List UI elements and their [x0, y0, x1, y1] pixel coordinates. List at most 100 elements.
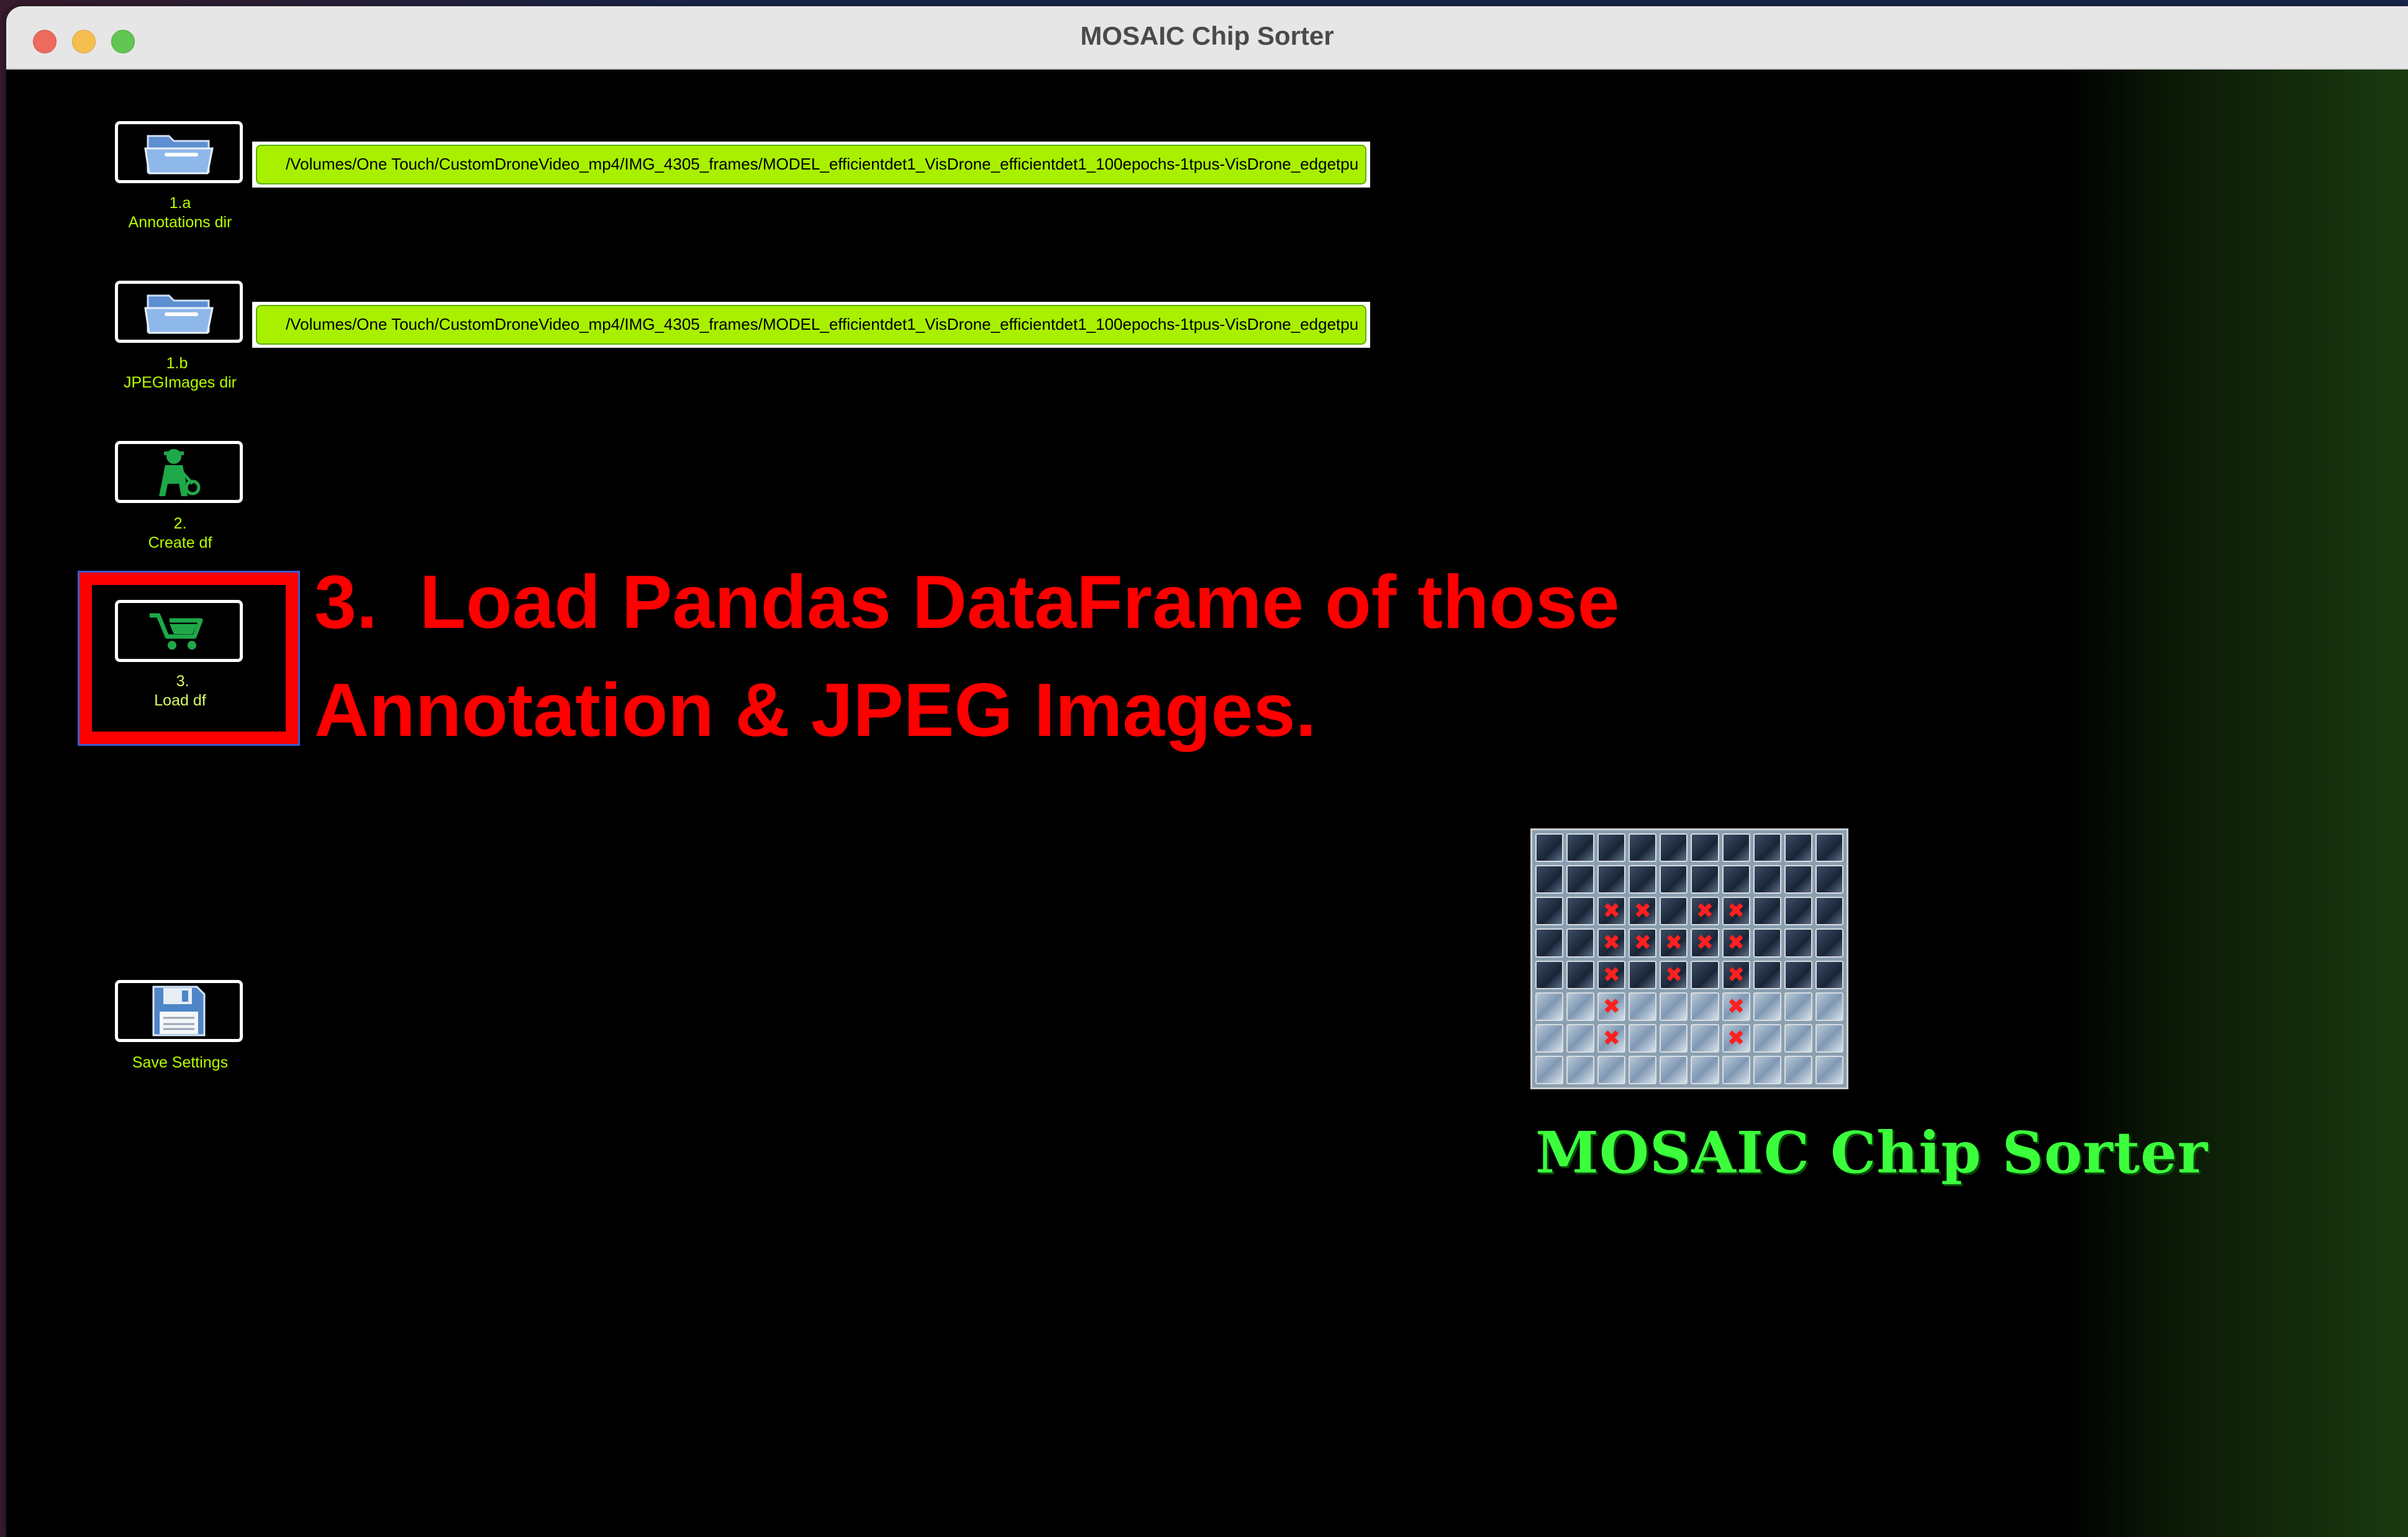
- logo-image: [1530, 828, 1848, 1089]
- logo-tile: [1566, 960, 1595, 989]
- logo-tile: [1784, 992, 1812, 1021]
- save-settings-label: Save Settings: [132, 1054, 229, 1071]
- logo-tile: [1535, 865, 1564, 894]
- annotations-label-text: Annotations dir: [128, 214, 232, 231]
- logo-tile: [1815, 992, 1843, 1021]
- logo-tile: [1535, 1055, 1564, 1084]
- app-window: MOSAIC Chip Sorter 1.a Annotations dir /…: [6, 6, 2408, 1537]
- annotations-path-field[interactable]: /Volumes/One Touch/CustomDroneVideo_mp4/…: [252, 142, 1370, 188]
- logo-tile: [1597, 865, 1626, 894]
- logo-tile: [1597, 1055, 1626, 1084]
- logo-tile: [1815, 833, 1843, 863]
- logo-tile: [1753, 833, 1781, 863]
- logo-tile: [1566, 897, 1595, 926]
- logo-tile: [1722, 897, 1750, 926]
- tutorial-annotation: 3. Load Pandas DataFrame of those Annota…: [314, 548, 1805, 764]
- logo-tile: [1691, 833, 1719, 863]
- worker-icon: [159, 449, 201, 496]
- logo-tile: [1629, 897, 1657, 926]
- create-df-button[interactable]: [115, 441, 243, 503]
- jpeg-dir-label: 1.b JPEGImages dir: [106, 354, 255, 392]
- logo-tile: [1597, 897, 1626, 926]
- logo-tile: [1535, 928, 1564, 958]
- logo-tile: [1815, 897, 1843, 926]
- logo-tile: [1784, 1055, 1812, 1084]
- logo-tile: [1722, 928, 1750, 958]
- logo-tile: [1753, 960, 1781, 989]
- logo-tile: [1597, 928, 1626, 958]
- logo-tile: [1753, 928, 1781, 958]
- logo-tile: [1660, 1023, 1688, 1053]
- logo-tile: [1815, 1023, 1843, 1053]
- logo-tile: [1629, 865, 1657, 894]
- logo-tile: [1691, 897, 1719, 926]
- cart-icon: [150, 613, 203, 650]
- load-df-label: 3. Load df: [106, 672, 255, 710]
- logo-tile: [1629, 928, 1657, 958]
- logo-tile: [1691, 1055, 1719, 1084]
- create-df-label-text: Create df: [148, 534, 212, 551]
- logo-tile: [1784, 1023, 1812, 1053]
- logo-tile: [1597, 960, 1626, 989]
- create-df-label: 2. Create df: [106, 514, 255, 553]
- window-title: MOSAIC Chip Sorter: [1080, 21, 1334, 50]
- logo-tile: [1691, 1023, 1719, 1053]
- main-panel: 1.a Annotations dir /Volumes/One Touch/C…: [15, 70, 2408, 1537]
- jpeg-dir-button[interactable]: [115, 281, 243, 343]
- logo-tile: [1722, 833, 1750, 863]
- logo-tile: [1753, 865, 1781, 894]
- logo-tile: [1815, 960, 1843, 989]
- logo-text: MOSAIC Chip Sorter: [1535, 1119, 2209, 1186]
- logo-tile: [1722, 992, 1750, 1021]
- logo-tile: [1784, 928, 1812, 958]
- logo-tile: [1660, 1055, 1688, 1084]
- save-settings-button[interactable]: [115, 980, 243, 1042]
- logo-tile: [1784, 833, 1812, 863]
- logo-tile: [1815, 865, 1843, 894]
- logo-tile: [1566, 1055, 1595, 1084]
- logo-tile: [1535, 1023, 1564, 1053]
- jpeg-path-field[interactable]: /Volumes/One Touch/CustomDroneVideo_mp4/…: [252, 302, 1370, 348]
- logo-tile: [1784, 865, 1812, 894]
- logo-tile: [1691, 928, 1719, 958]
- logo-tile: [1753, 1055, 1781, 1084]
- load-df-label-text: Load df: [154, 692, 206, 709]
- logo-tile: [1691, 960, 1719, 989]
- annotation-line-2: Annotation & JPEG Images.: [314, 668, 1317, 752]
- logo-tile: [1629, 960, 1657, 989]
- logo-tile: [1784, 897, 1812, 926]
- annotations-path-input[interactable]: /Volumes/One Touch/CustomDroneVideo_mp4/…: [256, 145, 1366, 184]
- logo-tile: [1566, 1023, 1595, 1053]
- logo-tile: [1535, 897, 1564, 926]
- logo-tile: [1691, 992, 1719, 1021]
- logo-tile: [1597, 992, 1626, 1021]
- logo-tile: [1660, 833, 1688, 863]
- logo-tile: [1660, 992, 1688, 1021]
- logo-tile: [1660, 897, 1688, 926]
- logo-tile: [1597, 833, 1626, 863]
- jpeg-label-text: JPEGImages dir: [123, 374, 237, 391]
- logo-tile: [1566, 833, 1595, 863]
- folder-icon: [144, 294, 214, 334]
- load-df-button[interactable]: [115, 600, 243, 662]
- jpeg-path-input[interactable]: /Volumes/One Touch/CustomDroneVideo_mp4/…: [256, 305, 1366, 345]
- annotations-dir-button[interactable]: [115, 121, 243, 183]
- logo-tile: [1566, 928, 1595, 958]
- logo-tile: [1629, 1055, 1657, 1084]
- logo-tile: [1753, 1023, 1781, 1053]
- floppy-disk-icon: [152, 986, 206, 1036]
- logo-tile: [1535, 960, 1564, 989]
- logo-tile: [1722, 960, 1750, 989]
- create-df-step: 2.: [173, 515, 187, 532]
- logo-tile: [1691, 865, 1719, 894]
- logo-tile: [1629, 1023, 1657, 1053]
- annotation-line-1: 3. Load Pandas DataFrame of those: [314, 560, 1620, 644]
- logo-tile: [1629, 992, 1657, 1021]
- title-bar[interactable]: MOSAIC Chip Sorter: [6, 6, 2408, 70]
- logo-tile: [1784, 960, 1812, 989]
- annotations-dir-label: 1.a Annotations dir: [106, 194, 255, 232]
- logo-tile: [1753, 992, 1781, 1021]
- logo-tile: [1815, 928, 1843, 958]
- jpeg-step: 1.b: [166, 355, 188, 372]
- logo-tile: [1535, 833, 1564, 863]
